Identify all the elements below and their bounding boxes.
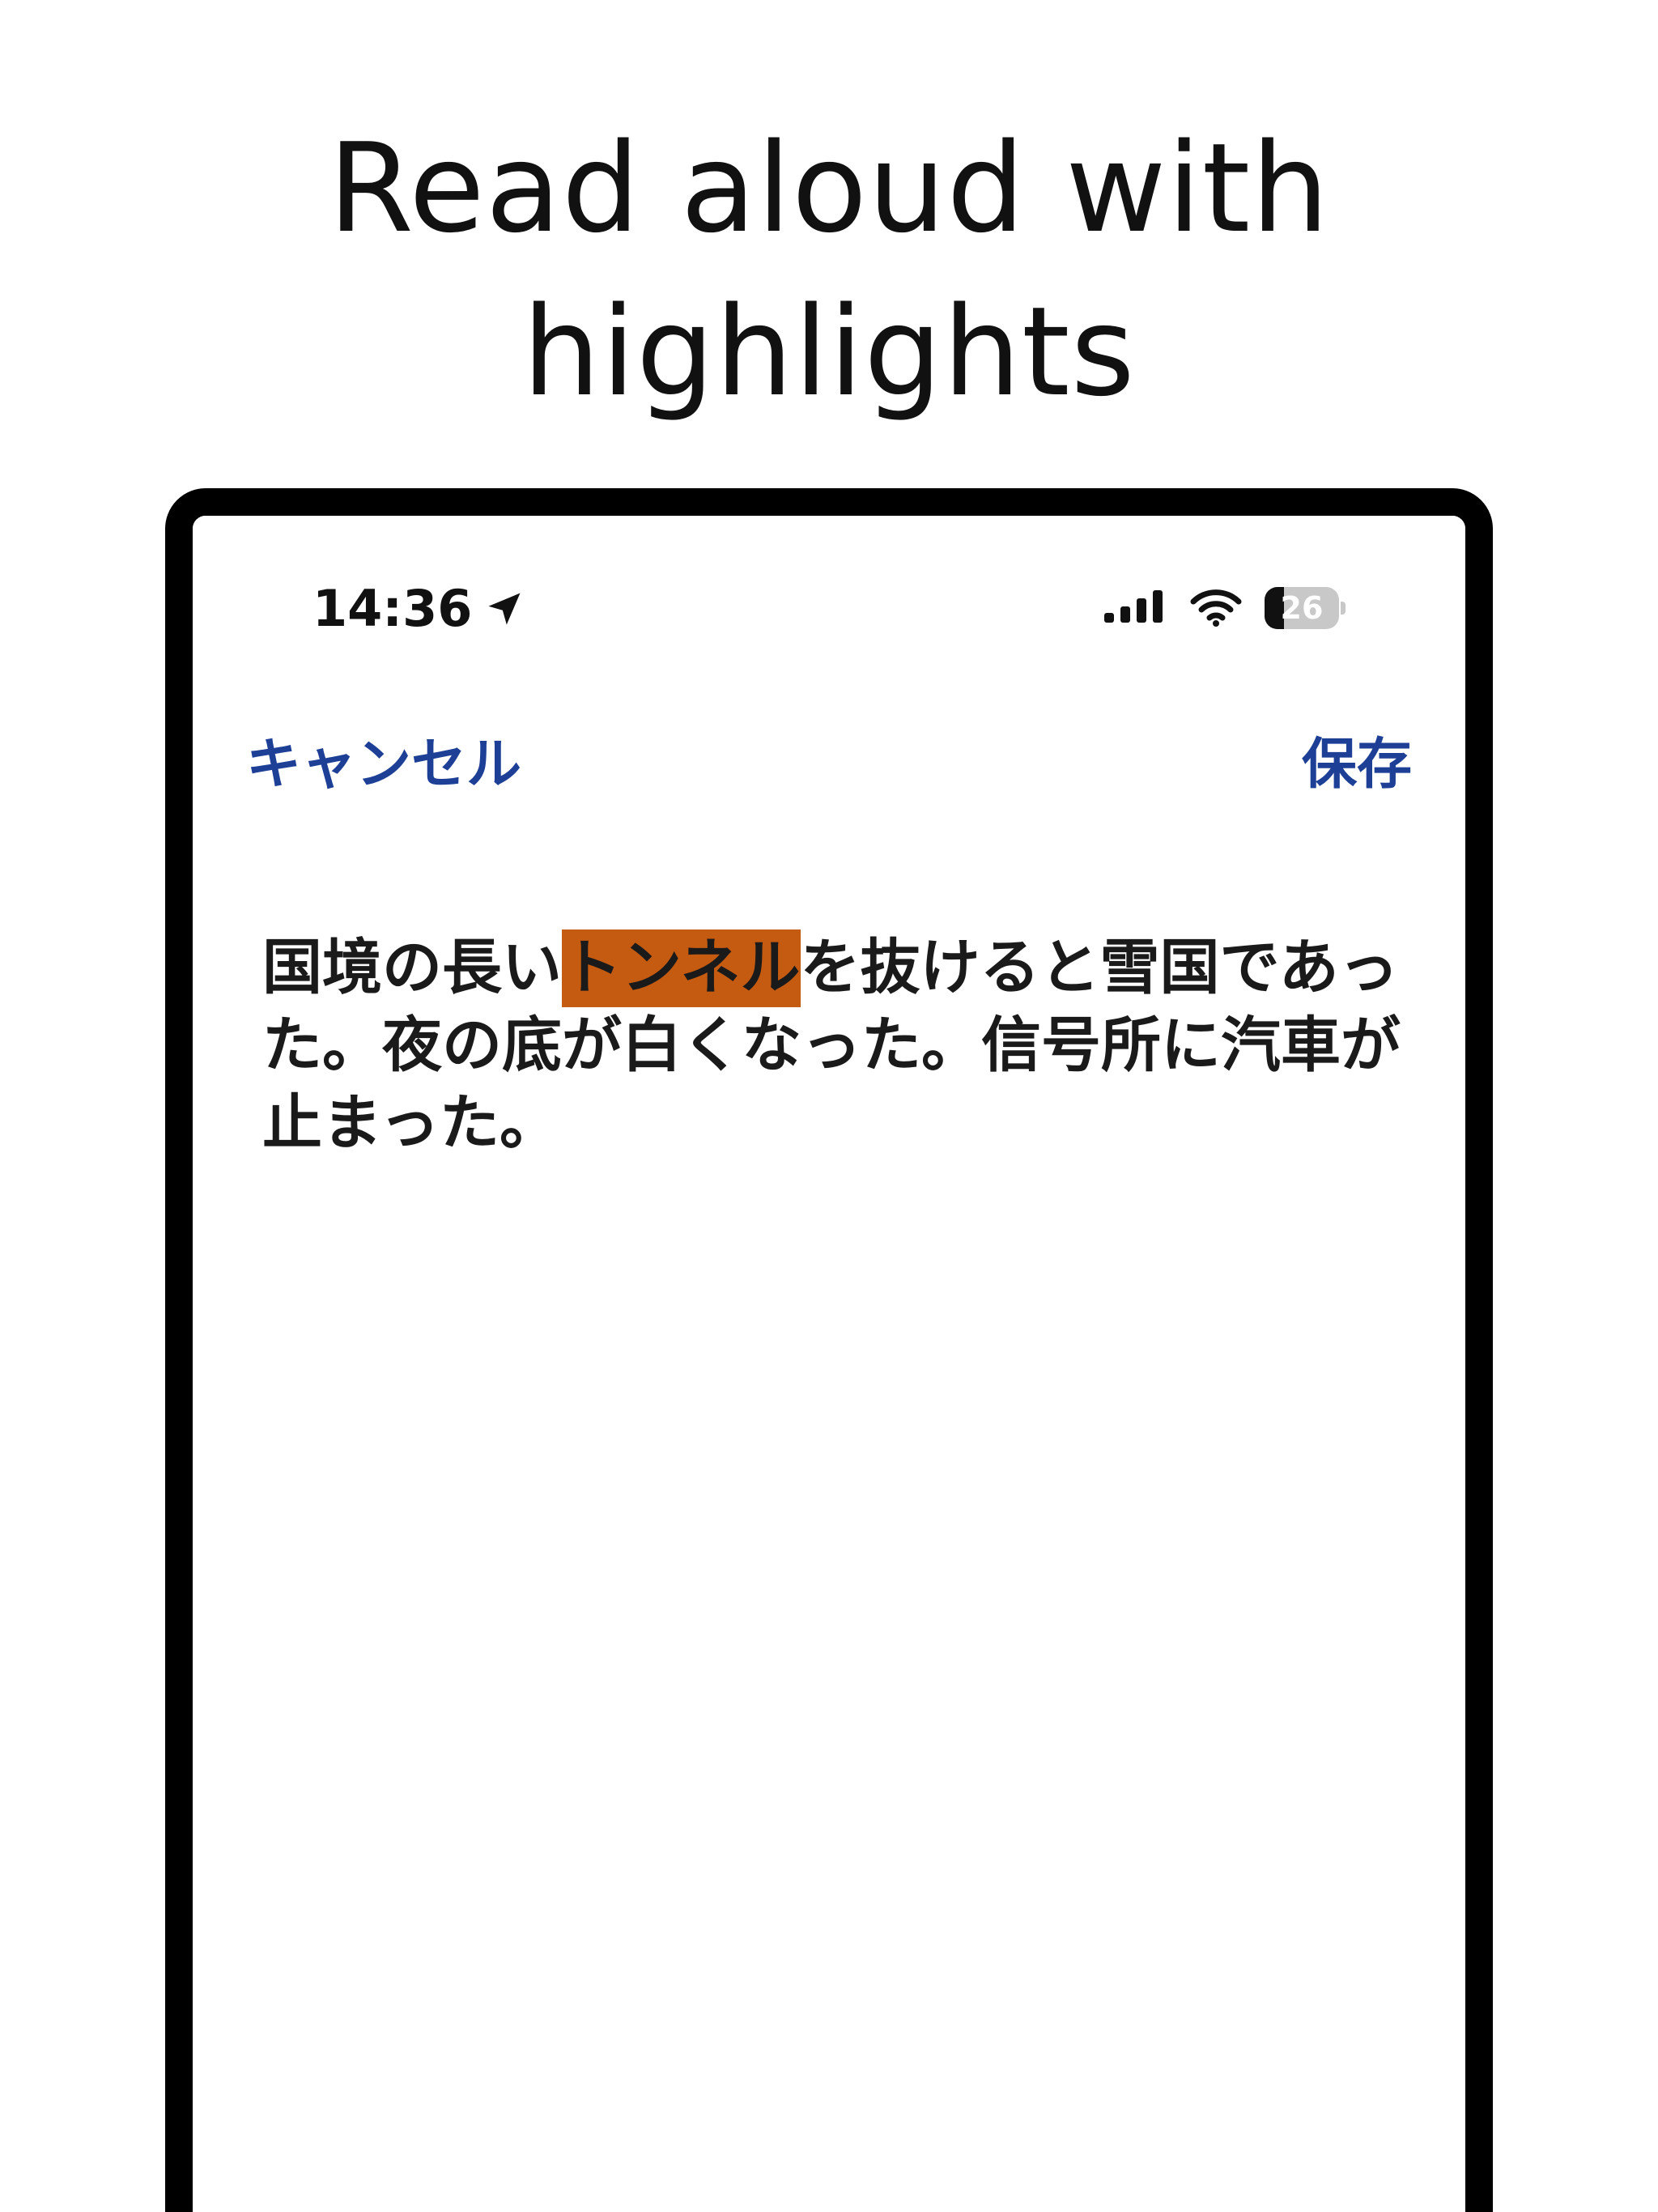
headline-line-2: highlights [522, 280, 1136, 423]
reader-text-before: 国境の長い [262, 933, 562, 1002]
headline: Read aloud with highlights [0, 107, 1658, 434]
headline-line-1: Read aloud with [328, 117, 1330, 260]
cancel-button[interactable]: キャンセル [246, 733, 521, 798]
battery-level: 26 [1280, 590, 1324, 626]
save-button[interactable]: 保存 [1302, 733, 1412, 798]
status-time: 14:36 [312, 579, 473, 638]
device-frame: 14:36 26 キャンセル 保存 国境の長いトンネルを抜けると雪国であった。夜… [165, 488, 1493, 2212]
reader-highlighted-word: トンネル [562, 929, 801, 1007]
status-bar-right: 26 [1104, 587, 1346, 629]
device-screen: 14:36 26 キャンセル 保存 国境の長いトンネルを抜けると雪国であった。夜… [193, 516, 1465, 2212]
wifi-icon [1190, 589, 1242, 627]
location-arrow-icon [483, 588, 525, 630]
battery-cap [1341, 602, 1346, 615]
battery-icon: 26 [1265, 587, 1346, 629]
cellular-signal-icon [1104, 589, 1167, 627]
status-bar-time-group: 14:36 [312, 581, 525, 637]
reader-text[interactable]: 国境の長いトンネルを抜けると雪国であった。夜の底が白くなった。信号所に汽車が止ま… [262, 929, 1412, 1162]
